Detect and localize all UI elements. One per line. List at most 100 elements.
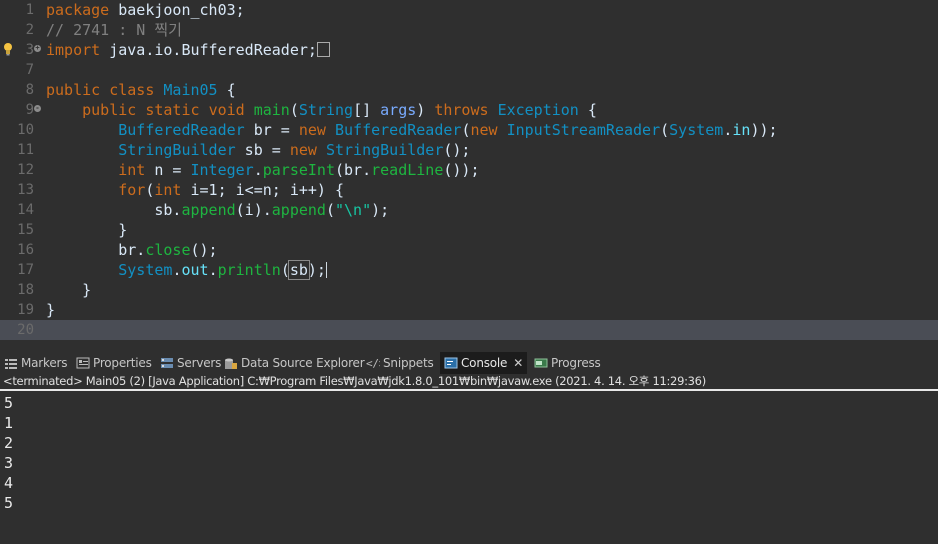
line-number: 19: [17, 302, 34, 318]
code-token: ));: [750, 121, 778, 139]
tab-label: Markers: [21, 356, 68, 370]
code-token: in: [732, 121, 751, 139]
code-token: int: [118, 161, 146, 179]
code-line[interactable]: 18 }: [0, 280, 938, 300]
code-token: i=1; i<=n; i++) {: [181, 181, 345, 199]
code-token: StringBuilder: [325, 141, 444, 159]
line-number: 11: [17, 142, 34, 158]
console-output-line: 4: [4, 474, 14, 492]
line-number: 9: [25, 102, 34, 118]
code-line[interactable]: 3 + import java.io.BufferedReader;: [0, 40, 938, 60]
servers-icon: [161, 358, 173, 368]
code-text[interactable]: // 2741 : N 찍기: [46, 20, 182, 40]
expand-fold-icon[interactable]: +: [34, 45, 41, 52]
code-token: append: [181, 201, 236, 219]
code-line[interactable]: 14 sb.append(i).append("\n");: [0, 200, 938, 220]
code-token: ();: [190, 241, 218, 259]
code-token: (: [325, 201, 335, 219]
code-line[interactable]: 13 for(int i=1; i<=n; i++) {: [0, 180, 938, 200]
console-output-line: 1: [4, 414, 14, 432]
code-token: Integer: [190, 161, 254, 179]
code-line[interactable]: 16 br.close();: [0, 240, 938, 260]
code-text[interactable]: }: [46, 220, 127, 240]
line-number: 10: [17, 122, 34, 138]
code-token: br =: [244, 121, 299, 139]
code-text[interactable]: for(int i=1; i<=n; i++) {: [46, 180, 344, 200]
line-number: 15: [17, 222, 34, 238]
code-text[interactable]: StringBuilder sb = new StringBuilder();: [46, 140, 470, 160]
code-token: package: [46, 1, 110, 19]
code-line[interactable]: 15 }: [0, 220, 938, 240]
code-token: new: [470, 121, 498, 139]
code-line[interactable]: 2 // 2741 : N 찍기: [0, 20, 938, 40]
code-token: }: [46, 301, 56, 319]
code-text[interactable]: int n = Integer.parseInt(br.readLine());: [46, 160, 479, 180]
code-text[interactable]: import java.io.BufferedReader;: [46, 40, 330, 60]
tab-data-source-explorer[interactable]: Data Source Explorer: [224, 352, 365, 374]
code-token: ();: [443, 141, 471, 159]
code-token: readLine: [371, 161, 444, 179]
console-icon: [444, 357, 458, 369]
console-output[interactable]: 5 1 2 3 4 5: [0, 389, 938, 544]
code-text[interactable]: br.close();: [46, 240, 218, 260]
tab-properties[interactable]: Properties: [76, 352, 152, 374]
code-text[interactable]: public class Main05 {: [46, 80, 236, 100]
code-token: main: [253, 101, 290, 119]
close-icon[interactable]: ✕: [513, 356, 523, 370]
code-line[interactable]: 11 StringBuilder sb = new StringBuilder(…: [0, 140, 938, 160]
code-token: n =: [145, 161, 191, 179]
code-line[interactable]: 7: [0, 60, 938, 80]
collapsed-imports-box[interactable]: [316, 42, 330, 57]
code-token: public: [46, 81, 101, 99]
line-number: 17: [17, 262, 34, 278]
line-number: 18: [17, 282, 34, 298]
code-text[interactable]: }: [46, 280, 91, 300]
line-number: 7: [25, 62, 34, 78]
code-token: Main05: [163, 81, 218, 99]
code-token: (: [660, 121, 670, 139]
code-token: println: [217, 261, 281, 279]
code-text[interactable]: BufferedReader br = new BufferedReader (n…: [46, 120, 778, 140]
code-text[interactable]: package baekjoon_ch03;: [46, 0, 245, 20]
code-line[interactable]: 19}: [0, 300, 938, 320]
code-token: .: [208, 261, 218, 279]
code-text[interactable]: System.out.println(sb);: [46, 260, 327, 280]
tab-progress[interactable]: Progress: [534, 352, 601, 374]
code-token: br.: [46, 241, 146, 259]
tab-label: Console: [461, 356, 508, 370]
tab-label: Snippets: [383, 356, 434, 370]
code-token: String: [298, 101, 354, 119]
code-text[interactable]: }: [46, 300, 55, 320]
code-text[interactable]: sb.append(i).append("\n");: [46, 200, 389, 220]
code-line[interactable]: 20: [0, 320, 938, 340]
code-token: // 2741 : N 찍기: [46, 21, 182, 39]
lightbulb-icon[interactable]: [3, 41, 13, 57]
code-text[interactable]: public static void main(String[] args) t…: [46, 100, 597, 120]
code-line[interactable]: 8 public class Main05 {: [0, 80, 938, 100]
code-line[interactable]: 1 package baekjoon_ch03;: [0, 0, 938, 20]
code-line[interactable]: 10 BufferedReader br = new BufferedReade…: [0, 120, 938, 140]
collapse-fold-icon[interactable]: -: [34, 105, 41, 112]
code-line[interactable]: 9- public static void main(String[] args…: [0, 100, 938, 120]
markers-icon: [5, 359, 17, 369]
line-number: 3: [25, 42, 34, 58]
code-token: new: [289, 141, 317, 159]
console-output-line: 2: [4, 434, 14, 452]
tab-servers[interactable]: Servers: [160, 352, 221, 374]
code-token: java.io.BufferedReader;: [100, 41, 317, 59]
tab-snippets[interactable]: </>Snippets: [366, 352, 434, 374]
code-token: {: [217, 81, 236, 99]
tab-markers[interactable]: Markers: [4, 352, 68, 374]
line-number: 2: [25, 22, 34, 38]
code-editor[interactable]: 1 package baekjoon_ch03; 2// 2741 : N 찍기 3 +…: [0, 0, 938, 346]
tab-label: Servers: [177, 356, 222, 370]
code-line[interactable]: 12 int n = Integer.parseInt(br.readLine(…: [0, 160, 938, 180]
tab-console[interactable]: Console ✕: [440, 352, 528, 374]
code-line[interactable]: 17 System.out.println(sb);: [0, 260, 938, 280]
